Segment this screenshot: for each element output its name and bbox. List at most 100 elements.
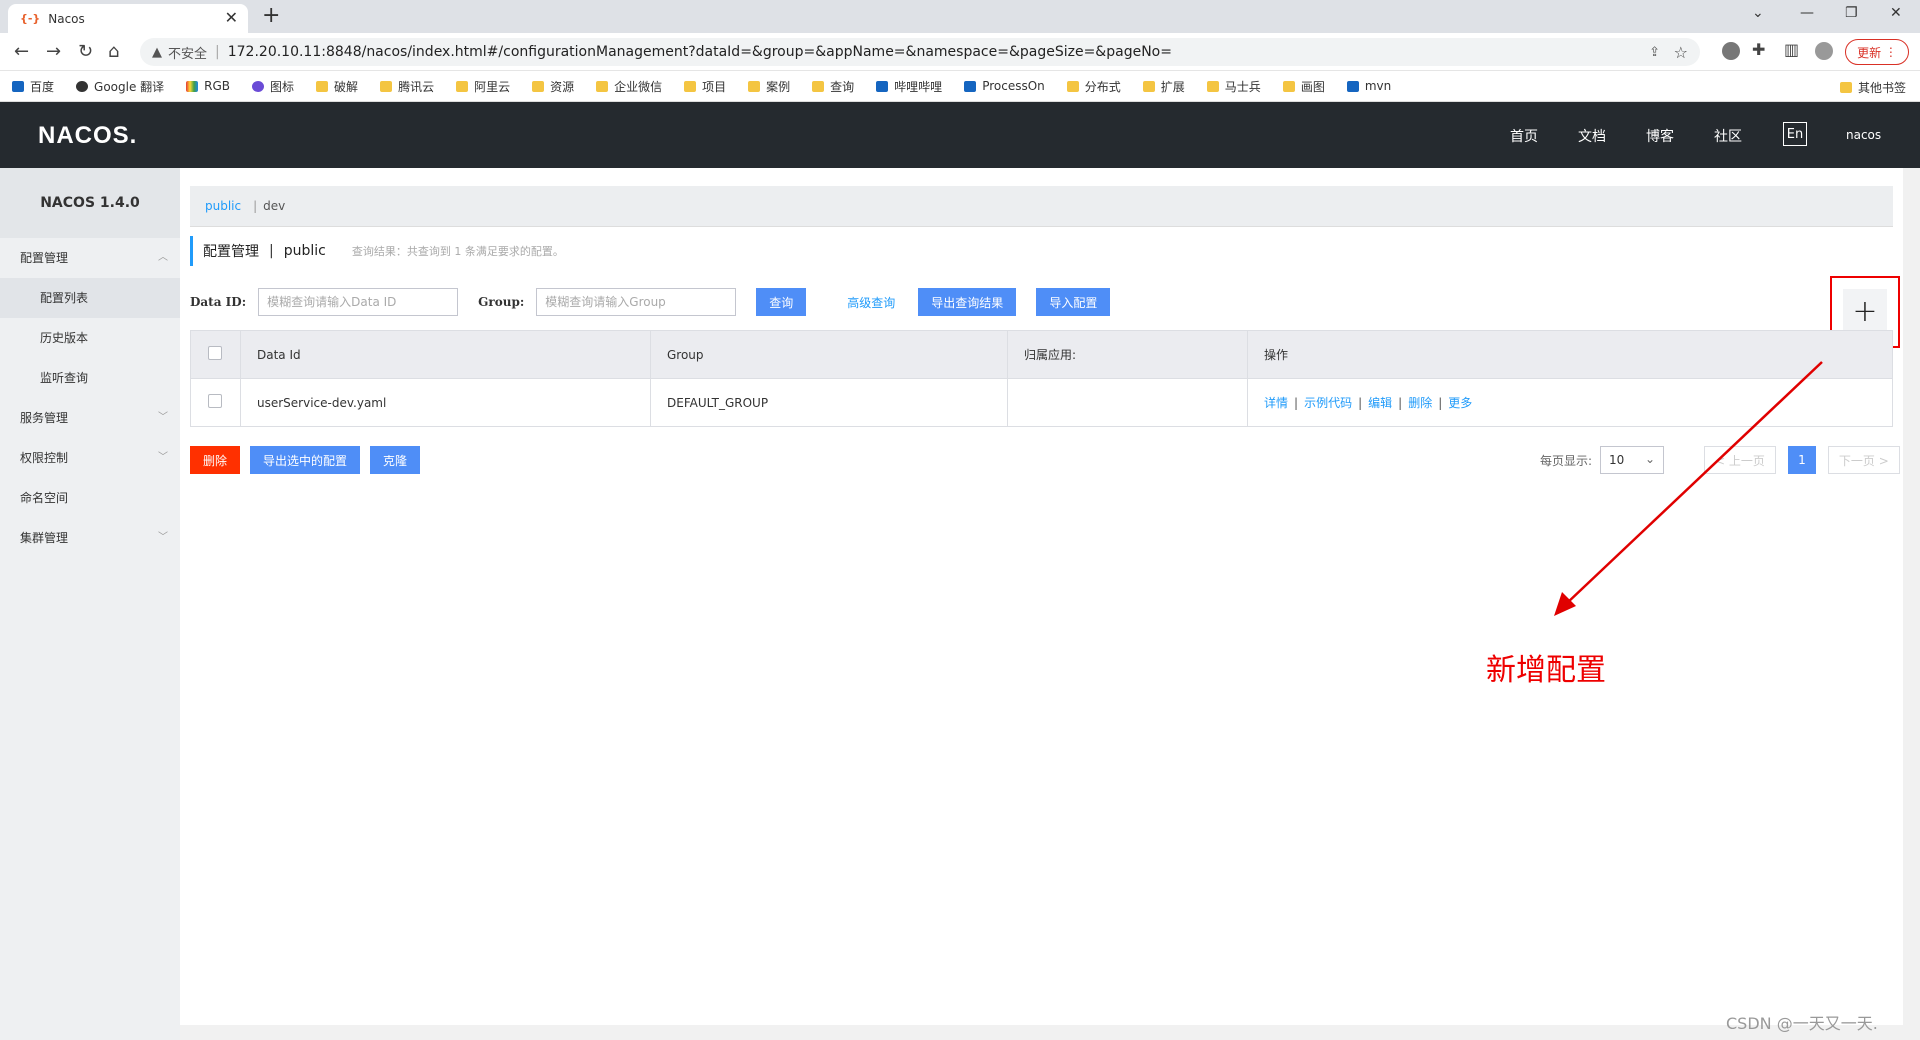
- row-checkbox[interactable]: [208, 394, 222, 408]
- page-size-select[interactable]: 10 ⌄: [1600, 446, 1665, 474]
- bookmark-item[interactable]: ProcessOn: [964, 79, 1045, 93]
- sidebar-item-config-management[interactable]: 配置管理 ︿: [0, 238, 180, 278]
- security-label: 不安全: [168, 46, 208, 62]
- update-button[interactable]: 更新 ⋮: [1845, 39, 1909, 65]
- bookmark-item[interactable]: 扩展: [1142, 78, 1185, 95]
- sidebar-item-access-control[interactable]: 权限控制 ﹀: [0, 438, 180, 478]
- nav-home[interactable]: 首页: [1510, 126, 1538, 146]
- reload-icon[interactable]: ↻: [78, 41, 93, 62]
- bookmark-item[interactable]: 查询: [812, 78, 854, 95]
- new-tab-icon[interactable]: +: [262, 3, 280, 28]
- home-icon[interactable]: ⌂: [108, 41, 119, 62]
- bookmark-icon: [532, 80, 545, 92]
- nav-docs[interactable]: 文档: [1578, 126, 1606, 146]
- page-title: 配置管理 | public 查询结果：共查询到 1 条满足要求的配置。: [190, 236, 564, 266]
- advanced-search-button[interactable]: 高级查询: [834, 288, 908, 316]
- bookmark-icon: [380, 80, 393, 92]
- sidebar-item-history[interactable]: 历史版本: [0, 318, 180, 358]
- tab-close-icon[interactable]: ✕: [225, 8, 238, 27]
- horizontal-scrollbar[interactable]: [180, 1025, 1903, 1040]
- clone-button[interactable]: 克隆: [370, 446, 421, 474]
- share-icon[interactable]: ⇪: [1649, 45, 1660, 60]
- sidebar-item-listener-query[interactable]: 监听查询: [0, 358, 180, 398]
- cell-group: DEFAULT_GROUP: [650, 378, 1008, 427]
- address-toolbar: ← → ↻ ⌂ ▲ 不安全 | 172.20.10.11:8848/nacos/…: [0, 33, 1920, 71]
- group-input[interactable]: [536, 288, 737, 316]
- sidepanel-icon[interactable]: ▥: [1784, 40, 1799, 59]
- vertical-scrollbar[interactable]: [1903, 168, 1920, 1040]
- warning-icon: ▲: [152, 44, 162, 60]
- nacos-header: NACOS. 首页 文档 博客 社区 En nacos: [0, 102, 1920, 168]
- extension-icon[interactable]: [1722, 42, 1740, 60]
- annotation-label: 新增配置: [1486, 653, 1606, 688]
- prev-page-button[interactable]: < 上一页: [1704, 446, 1776, 474]
- bookmark-item[interactable]: 项目: [684, 78, 726, 95]
- bookmark-item[interactable]: 分布式: [1066, 78, 1121, 95]
- bookmark-star-icon[interactable]: ☆: [1674, 43, 1688, 62]
- export-selected-button[interactable]: 导出选中的配置: [250, 446, 361, 474]
- nacos-logo[interactable]: NACOS.: [38, 122, 137, 150]
- bookmark-item[interactable]: 哔哩哔哩: [876, 78, 942, 95]
- bookmark-item[interactable]: 马士兵: [1206, 78, 1261, 95]
- bookmark-item[interactable]: 资源: [532, 78, 574, 95]
- bookmark-item[interactable]: 图标: [252, 78, 294, 95]
- bookmark-item[interactable]: 百度: [12, 78, 54, 95]
- import-config-button[interactable]: 导入配置: [1036, 288, 1111, 316]
- bookmark-item[interactable]: 企业微信: [596, 78, 662, 95]
- bookmark-icon: [812, 80, 825, 92]
- bookmark-item[interactable]: 腾讯云: [380, 78, 434, 95]
- bookmark-icon: [596, 80, 609, 92]
- bookmark-icon: [76, 80, 89, 92]
- nav-blog[interactable]: 博客: [1646, 126, 1674, 146]
- query-row: Data ID: Group: 查询 高级查询 导出查询结果 导入配置: [190, 288, 1111, 316]
- browser-tab[interactable]: {-} Nacos ✕: [8, 4, 248, 33]
- export-results-button[interactable]: 导出查询结果: [918, 288, 1017, 316]
- bookmark-item[interactable]: 画图: [1282, 78, 1325, 95]
- sidebar-item-config-list[interactable]: 配置列表: [0, 278, 180, 318]
- back-icon[interactable]: ←: [14, 41, 29, 62]
- namespace-dev[interactable]: dev: [263, 199, 285, 213]
- bookmark-item[interactable]: mvn: [1346, 79, 1391, 93]
- group-label: Group:: [478, 295, 525, 309]
- search-button[interactable]: 查询: [756, 288, 807, 316]
- pagination: 每页显示: 10 ⌄ < 上一页 1 下一页 >: [1540, 446, 1900, 474]
- cell-app: [1007, 378, 1248, 427]
- language-toggle[interactable]: En: [1783, 122, 1807, 146]
- bookmark-item[interactable]: 阿里云: [456, 78, 510, 95]
- action-detail[interactable]: 详情: [1264, 396, 1288, 410]
- other-bookmarks[interactable]: 其他书签: [1839, 79, 1906, 96]
- bookmark-icon: [748, 80, 761, 92]
- next-page-button[interactable]: 下一页 >: [1827, 446, 1900, 474]
- minimize-icon[interactable]: —: [1800, 5, 1814, 21]
- namespace-public[interactable]: public: [205, 199, 241, 213]
- puzzle-icon[interactable]: ✚: [1752, 40, 1765, 59]
- url-bar[interactable]: ▲ 不安全 | 172.20.10.11:8848/nacos/index.ht…: [140, 38, 1700, 66]
- restore-icon[interactable]: ❐: [1845, 5, 1858, 21]
- dataid-input[interactable]: [258, 288, 459, 316]
- action-edit[interactable]: 编辑: [1368, 396, 1392, 410]
- table-row: userService-dev.yaml DEFAULT_GROUP 详情 | 示例…: [190, 378, 1893, 427]
- chevron-down-icon: ﹀: [158, 412, 168, 423]
- profile-avatar-icon[interactable]: [1815, 42, 1833, 60]
- sidebar: NACOS 1.4.0 配置管理 ︿ 配置列表 历史版本 监听查询 服务管理 ﹀…: [0, 168, 180, 1040]
- select-all-checkbox[interactable]: [208, 346, 222, 360]
- tab-search-icon[interactable]: ⌄: [1752, 5, 1764, 21]
- action-sample-code[interactable]: 示例代码: [1304, 396, 1352, 410]
- forward-icon[interactable]: →: [46, 41, 61, 62]
- delete-selected-button[interactable]: 删除: [190, 446, 241, 474]
- action-more[interactable]: 更多: [1448, 396, 1472, 410]
- bookmark-item[interactable]: Google 翻译: [76, 78, 164, 95]
- current-page-button[interactable]: 1: [1787, 446, 1816, 474]
- bookmark-item[interactable]: 案例: [748, 78, 790, 95]
- bookmark-item[interactable]: RGB: [186, 79, 230, 93]
- window-close-icon[interactable]: ✕: [1890, 5, 1902, 21]
- sidebar-item-cluster-management[interactable]: 集群管理 ﹀: [0, 518, 180, 558]
- add-config-button[interactable]: +: [1843, 289, 1887, 333]
- sidebar-item-namespace[interactable]: 命名空间: [0, 478, 180, 518]
- sidebar-item-service-management[interactable]: 服务管理 ﹀: [0, 398, 180, 438]
- action-delete[interactable]: 删除: [1408, 396, 1432, 410]
- nav-community[interactable]: 社区: [1714, 126, 1742, 146]
- user-name[interactable]: nacos: [1846, 128, 1881, 142]
- bookmark-icon: [1066, 80, 1079, 92]
- bookmark-item[interactable]: 破解: [316, 78, 358, 95]
